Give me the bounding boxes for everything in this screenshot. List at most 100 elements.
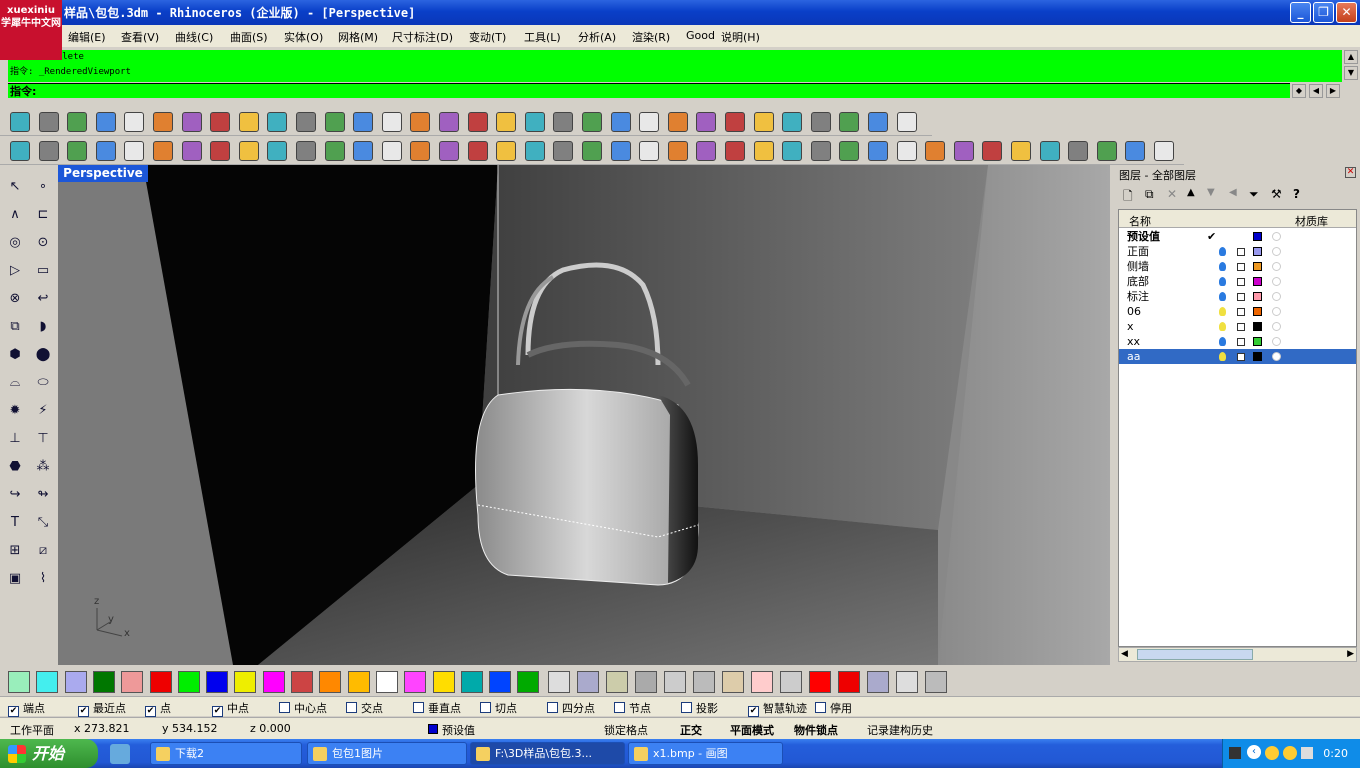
main-tool-icon-25[interactable] (725, 141, 745, 161)
restore-button[interactable]: ❐ (1313, 2, 1334, 23)
standard-tool-icon-24[interactable] (696, 112, 717, 132)
standard-tool-icon-29[interactable] (839, 112, 860, 132)
main-tool-icon-8[interactable] (238, 141, 259, 161)
main-tool-icon-19[interactable] (553, 141, 574, 161)
palette-swatch[interactable] (517, 671, 540, 693)
quicklaunch-icon[interactable] (110, 744, 130, 764)
left-tool-icon-18[interactable]: ⊥ (5, 429, 25, 449)
collapse-icon[interactable]: ◀ (1229, 187, 1237, 198)
prompt-next-icon[interactable]: ▶ (1326, 84, 1340, 98)
left-tool-icon-10[interactable]: ⧉ (5, 317, 25, 337)
minimize-button[interactable]: _ (1290, 2, 1311, 23)
standard-tool-icon-28[interactable] (810, 112, 831, 132)
standard-tool-icon-8[interactable] (238, 112, 259, 132)
left-tool-icon-5[interactable]: ⊙ (33, 233, 53, 253)
left-tool-icon-23[interactable]: ↬ (33, 485, 53, 505)
osnap-4[interactable]: 中心点 (279, 700, 327, 716)
main-tool-icon-0[interactable] (10, 141, 30, 161)
osnap-1[interactable]: ✔ 最近点 (78, 700, 126, 717)
palette-swatch[interactable] (234, 671, 257, 693)
palette-tool-icon-13[interactable] (925, 671, 947, 693)
left-tool-icon-24[interactable]: T (5, 513, 25, 533)
layer-color-swatch[interactable] (1253, 247, 1262, 256)
menu-item-13[interactable]: 说明(H) (721, 29, 760, 45)
layer-visibility-bulb-icon[interactable] (1219, 247, 1226, 256)
main-tool-icon-30[interactable] (868, 141, 888, 161)
main-tool-icon-35[interactable] (1011, 141, 1031, 161)
main-tool-icon-14[interactable] (410, 141, 431, 161)
left-tool-icon-2[interactable]: ∧ (5, 205, 25, 225)
osnap-checkbox[interactable]: ✔ (8, 706, 19, 717)
main-tool-icon-5[interactable] (153, 141, 173, 161)
main-tool-icon-39[interactable] (1125, 141, 1146, 161)
menu-item-5[interactable]: 实体(O) (284, 29, 323, 45)
left-tool-icon-11[interactable]: ◗ (33, 317, 53, 337)
standard-tool-icon-6[interactable] (181, 112, 202, 132)
left-tool-icon-8[interactable]: ⊗ (5, 289, 25, 309)
layer-lock-icon[interactable] (1237, 308, 1245, 316)
delete-layer-icon[interactable]: ✕ (1167, 187, 1177, 201)
main-tool-icon-12[interactable] (353, 141, 374, 161)
palette-swatch[interactable] (319, 671, 342, 693)
main-tool-icon-4[interactable] (124, 141, 145, 161)
status-history[interactable]: 记录建构历史 (867, 722, 933, 738)
main-tool-icon-2[interactable] (67, 141, 88, 161)
layer-row[interactable]: aa (1119, 349, 1356, 364)
layer-material-icon[interactable] (1272, 247, 1281, 256)
layer-visibility-bulb-icon[interactable] (1219, 277, 1226, 286)
left-tool-icon-21[interactable]: ⁂ (33, 457, 53, 477)
left-tool-icon-15[interactable]: ⬭ (33, 373, 53, 393)
standard-tool-icon-23[interactable] (667, 112, 688, 132)
standard-tool-icon-4[interactable] (124, 112, 145, 132)
layer-material-icon[interactable] (1272, 262, 1281, 271)
main-tool-icon-16[interactable] (467, 141, 488, 161)
standard-tool-icon-7[interactable] (210, 112, 231, 132)
left-tool-icon-16[interactable]: ✹ (5, 401, 25, 421)
left-tool-icon-28[interactable]: ▣ (5, 569, 25, 589)
palette-tool-icon-4[interactable] (664, 671, 686, 693)
palette-tool-icon-8[interactable] (780, 671, 802, 693)
menu-item-7[interactable]: 尺寸标注(D) (392, 29, 453, 45)
move-down-icon[interactable]: ▼ (1207, 187, 1215, 198)
column-material[interactable]: 材质库 (1295, 213, 1328, 229)
standard-tool-icon-1[interactable] (38, 112, 59, 132)
osnap-6[interactable]: 垂直点 (413, 700, 461, 716)
palette-swatch[interactable] (92, 671, 115, 693)
layer-lock-icon[interactable] (1237, 353, 1245, 361)
main-tool-icon-1[interactable] (38, 141, 59, 161)
palette-swatch[interactable] (8, 671, 30, 693)
taskbar-task[interactable]: F:\3D样品\包包.3... (470, 742, 625, 765)
main-tool-icon-7[interactable] (210, 141, 231, 161)
layer-material-icon[interactable] (1272, 352, 1281, 361)
osnap-checkbox[interactable] (413, 702, 424, 713)
layer-row[interactable]: 侧墙 (1119, 259, 1356, 274)
standard-tool-icon-22[interactable] (639, 112, 660, 132)
main-tool-icon-32[interactable] (925, 141, 946, 161)
menu-item-12[interactable]: Good (686, 29, 715, 42)
palette-tool-icon-6[interactable] (722, 671, 744, 693)
history-scroll-down[interactable]: ▼ (1344, 66, 1358, 80)
palette-swatch[interactable] (347, 671, 370, 693)
layer-color-swatch[interactable] (1253, 337, 1262, 346)
osnap-10[interactable]: 投影 (681, 700, 718, 716)
layer-material-icon[interactable] (1272, 232, 1281, 241)
main-tool-icon-33[interactable] (953, 141, 974, 161)
left-tool-icon-25[interactable]: ⤡ (33, 513, 53, 533)
left-tool-icon-20[interactable]: ⬣ (5, 457, 25, 477)
standard-tool-icon-20[interactable] (582, 112, 602, 132)
main-tool-icon-3[interactable] (95, 141, 116, 161)
standard-tool-icon-14[interactable] (410, 112, 431, 132)
standard-tool-icon-21[interactable] (610, 112, 631, 132)
main-tool-icon-11[interactable] (324, 141, 345, 161)
menu-item-9[interactable]: 工具(L) (524, 29, 561, 45)
layer-row[interactable]: 底部 (1119, 274, 1356, 289)
menu-item-3[interactable]: 曲线(C) (175, 29, 213, 45)
main-tool-icon-24[interactable] (696, 141, 717, 161)
standard-tool-icon-13[interactable] (381, 112, 402, 132)
left-tool-icon-17[interactable]: ⚡ (33, 401, 53, 421)
menu-item-1[interactable]: 编辑(E) (68, 29, 106, 45)
standard-tool-icon-18[interactable] (524, 112, 545, 132)
left-tool-icon-12[interactable]: ⬢ (5, 345, 25, 365)
main-tool-icon-17[interactable] (496, 141, 517, 161)
layer-color-swatch[interactable] (1253, 262, 1262, 271)
